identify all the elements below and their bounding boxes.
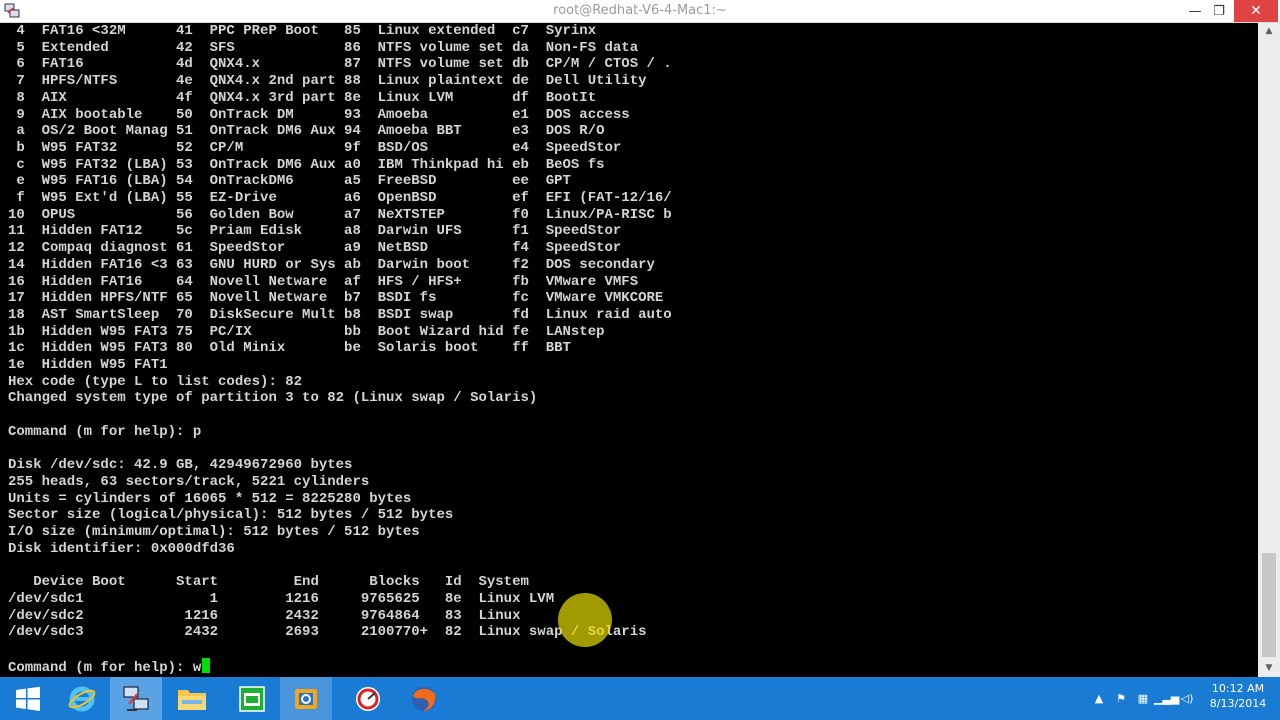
terminal-line: 18 AST SmartSleep 70 DiskSecure Mult b8 …	[8, 306, 672, 323]
terminal-line: Changed system type of partition 3 to 82…	[8, 390, 538, 407]
maximize-button[interactable]: ❐	[1206, 0, 1232, 22]
terminal-line: /dev/sdc3 2432 2693 2100770+ 82 Linux sw…	[8, 624, 647, 641]
taskbar-outlook[interactable]	[280, 677, 332, 720]
terminal-line: 17 Hidden HPFS/NTF 65 Novell Netware b7 …	[8, 290, 664, 307]
terminal-line: 10 OPUS 56 Golden Bow a7 NeXTSTEP f0 Lin…	[8, 206, 672, 223]
terminal-line: 1c Hidden W95 FAT3 80 Old Minix be Solar…	[8, 340, 571, 357]
terminal-cursor	[202, 657, 211, 673]
terminal-line: Hex code (type L to list codes): 82	[8, 373, 303, 390]
taskbar: ▲ ⚑ ▦ ▁▃▅ ◁) 10:12 AM 8/13/2014	[0, 677, 1280, 720]
folder-icon	[178, 689, 206, 710]
network-computers-icon	[123, 685, 149, 711]
network-signal-icon[interactable]: ▁▃▅	[1154, 692, 1179, 705]
terminal-line: Sector size (logical/physical): 512 byte…	[8, 507, 454, 524]
clock-date: 8/13/2014	[1209, 697, 1267, 710]
taskbar-file-explorer[interactable]	[166, 677, 218, 720]
taskbar-firefox[interactable]	[398, 677, 450, 720]
clock-time: 10:12 AM	[1211, 682, 1265, 695]
terminal-line: Command (m for help): w	[8, 657, 211, 676]
terminal-line: 7 HPFS/NTFS 4e QNX4.x 2nd part 88 Linux …	[8, 73, 647, 90]
window-titlebar[interactable]: root@Redhat-V6-4-Mac1:~ — ❐ ✕	[0, 0, 1280, 23]
terminal-line: 5 Extended 42 SFS 86 NTFS volume set da …	[8, 39, 639, 56]
internet-explorer-icon	[68, 686, 96, 711]
terminal-line: /dev/sdc1 1 1216 9765625 8e Linux LVM	[8, 590, 555, 607]
terminal-line: 4 FAT16 <32M 41 PPC PReP Boot 85 Linux e…	[8, 23, 597, 39]
terminal-line: b W95 FAT32 52 CP/M 9f BSD/OS e4 SpeedSt…	[8, 139, 622, 156]
terminal-line: 6 FAT16 4d QNX4.x 87 NTFS volume set db …	[8, 56, 672, 73]
terminal-line: /dev/sdc2 1216 2432 9764864 83 Linux	[8, 607, 521, 624]
flag-icon[interactable]: ⚑	[1110, 692, 1132, 705]
cursor-highlight	[558, 593, 612, 647]
firefox-icon	[412, 686, 436, 711]
scroll-up-arrow-icon[interactable]: ▲	[1258, 23, 1280, 40]
terminal-line: Device Boot Start End Blocks Id System	[8, 574, 529, 591]
window-title: root@Redhat-V6-4-Mac1:~	[553, 3, 727, 18]
terminal-line: Disk identifier: 0x000dfd36	[8, 540, 235, 557]
start-button[interactable]	[2, 677, 54, 720]
system-tray: ▲ ⚑ ▦ ▁▃▅ ◁)	[1088, 677, 1198, 720]
green-window-icon	[239, 685, 265, 712]
keyboard-icon[interactable]: ▦	[1132, 692, 1154, 705]
terminal-line: 14 Hidden FAT16 <3 63 GNU HURD or Sys ab…	[8, 256, 655, 273]
minimize-button[interactable]: —	[1182, 0, 1208, 22]
terminal-line: Disk /dev/sdc: 42.9 GB, 42949672960 byte…	[8, 457, 353, 474]
terminal-line: 11 Hidden FAT12 5c Priam Edisk a8 Darwin…	[8, 223, 622, 240]
windows-logo-icon	[16, 686, 40, 711]
outlook-icon	[295, 688, 317, 709]
close-button[interactable]: ✕	[1234, 0, 1278, 22]
terminal-line: 255 heads, 63 sectors/track, 5221 cylind…	[8, 473, 370, 490]
terminal-screen[interactable]: 4 FAT16 <32M 41 PPC PReP Boot 85 Linux e…	[0, 23, 1258, 677]
system-clock[interactable]: 10:12 AM 8/13/2014	[1200, 681, 1276, 711]
taskbar-remote-connection[interactable]	[110, 677, 162, 720]
taskbar-speedometer-app[interactable]	[342, 677, 394, 720]
volume-icon[interactable]: ◁)	[1176, 692, 1198, 705]
gauge-icon	[356, 686, 380, 711]
terminal-line: e W95 FAT16 (LBA) 54 OnTrackDM6 a5 FreeB…	[8, 173, 571, 190]
taskbar-task-app[interactable]	[226, 677, 278, 720]
terminal-line: 12 Compaq diagnost 61 SpeedStor a9 NetBS…	[8, 240, 622, 257]
terminal-line: a OS/2 Boot Manag 51 OnTrack DM6 Aux 94 …	[8, 123, 605, 140]
terminal-line: Command (m for help): p	[8, 423, 202, 440]
scroll-down-arrow-icon[interactable]: ▼	[1258, 660, 1280, 677]
terminal-line: 1e Hidden W95 FAT1	[8, 357, 168, 373]
taskbar-internet-explorer[interactable]	[56, 677, 108, 720]
terminal-scrollbar[interactable]: ▲ ▼	[1258, 23, 1280, 677]
terminal-line: I/O size (minimum/optimal): 512 bytes / …	[8, 524, 420, 540]
terminal-line: f W95 Ext'd (LBA) 55 EZ-Drive a6 OpenBSD…	[8, 190, 672, 206]
terminal-line: Units = cylinders of 16065 * 512 = 82252…	[8, 490, 412, 507]
show-hidden-icons-icon[interactable]: ▲	[1088, 692, 1110, 705]
terminal-line: 1b Hidden W95 FAT3 75 PC/IX bb Boot Wiza…	[8, 323, 605, 340]
terminal-line: 8 AIX 4f QNX4.x 3rd part 8e Linux LVM df…	[8, 89, 597, 106]
terminal-line: 16 Hidden FAT16 64 Novell Netware af HFS…	[8, 273, 639, 290]
scrollbar-thumb[interactable]	[1262, 553, 1276, 657]
terminal-line: 9 AIX bootable 50 OnTrack DM 93 Amoeba e…	[8, 106, 630, 123]
terminal-line: c W95 FAT32 (LBA) 53 OnTrack DM6 Aux a0 …	[8, 156, 605, 173]
